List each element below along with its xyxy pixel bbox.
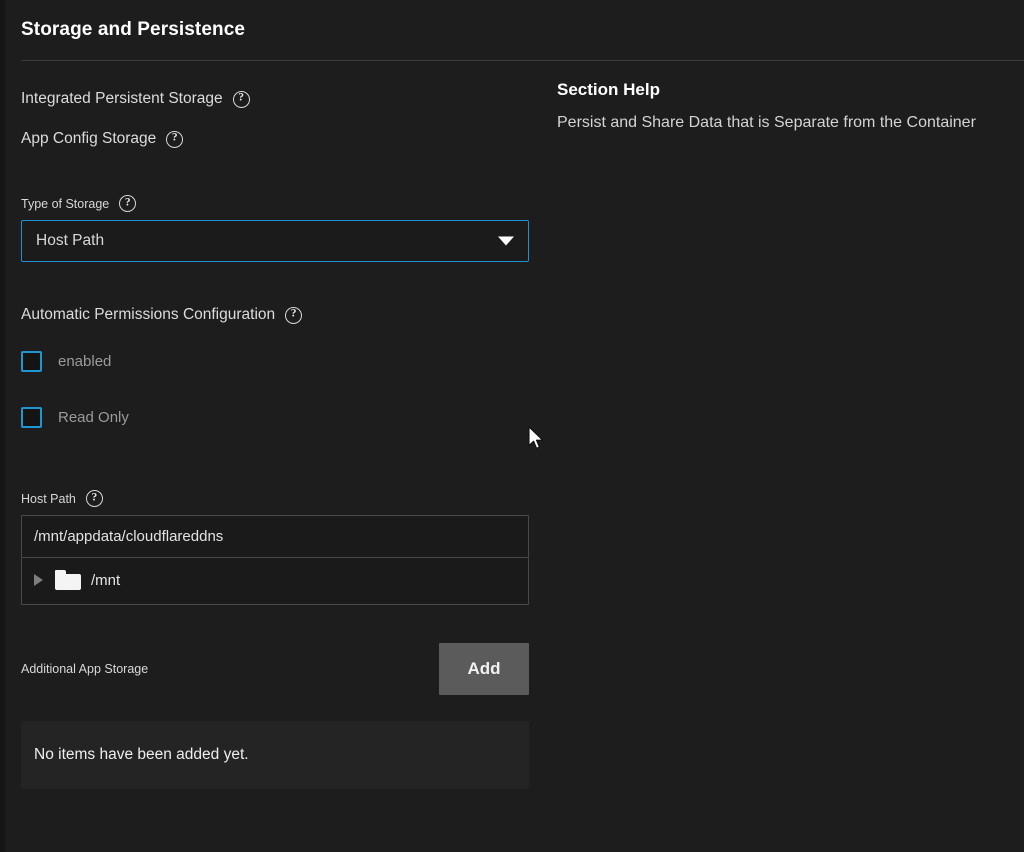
tree-item-mnt[interactable]: /mnt bbox=[22, 566, 528, 594]
section-help-title: Section Help bbox=[557, 79, 1007, 100]
type-of-storage-select[interactable]: Host Path bbox=[21, 220, 529, 262]
host-path-directory-tree: /mnt bbox=[21, 558, 529, 605]
type-of-storage-value: Host Path bbox=[36, 232, 104, 250]
type-of-storage-label: Type of Storage bbox=[21, 196, 109, 212]
enabled-checkbox-label: enabled bbox=[58, 353, 111, 370]
question-circle-icon[interactable]: ? bbox=[119, 195, 136, 212]
question-circle-icon[interactable]: ? bbox=[285, 307, 302, 324]
host-path-input[interactable]: /mnt/appdata/cloudflareddns bbox=[21, 515, 529, 558]
triangle-right-icon[interactable] bbox=[34, 574, 43, 586]
enabled-checkbox[interactable] bbox=[21, 351, 42, 372]
page-header: Storage and Persistence bbox=[0, 0, 1024, 60]
section-help-panel: Section Help Persist and Share Data that… bbox=[557, 79, 1007, 137]
app-config-storage-row: App Config Storage ? bbox=[21, 129, 541, 149]
question-circle-icon[interactable]: ? bbox=[166, 131, 183, 148]
checkbox-row-read-only[interactable]: Read Only bbox=[21, 407, 541, 428]
host-path-input-value: /mnt/appdata/cloudflareddns bbox=[34, 528, 223, 545]
main-content: Integrated Persistent Storage ? App Conf… bbox=[0, 61, 1024, 852]
empty-state-message: No items have been added yet. bbox=[34, 746, 249, 764]
additional-app-storage-empty-card: No items have been added yet. bbox=[21, 721, 529, 789]
integrated-persistent-storage-row: Integrated Persistent Storage ? bbox=[21, 89, 541, 109]
host-path-label: Host Path bbox=[21, 491, 76, 507]
page-title: Storage and Persistence bbox=[21, 18, 1024, 42]
host-path-label-row: Host Path ? bbox=[21, 490, 541, 507]
read-only-checkbox-label: Read Only bbox=[58, 409, 129, 426]
question-circle-icon[interactable]: ? bbox=[233, 91, 250, 108]
read-only-checkbox[interactable] bbox=[21, 407, 42, 428]
app-config-storage-label: App Config Storage bbox=[21, 129, 156, 149]
form-column: Integrated Persistent Storage ? App Conf… bbox=[21, 61, 541, 789]
additional-app-storage-label: Additional App Storage bbox=[21, 661, 148, 677]
chevron-down-icon bbox=[498, 237, 514, 246]
additional-app-storage-row: Additional App Storage Add bbox=[21, 643, 529, 695]
integrated-persistent-storage-label: Integrated Persistent Storage bbox=[21, 89, 223, 109]
automatic-permissions-label: Automatic Permissions Configuration bbox=[21, 305, 275, 325]
section-help-body: Persist and Share Data that is Separate … bbox=[557, 109, 987, 137]
add-button[interactable]: Add bbox=[439, 643, 529, 695]
checkbox-row-enabled[interactable]: enabled bbox=[21, 351, 541, 372]
tree-item-label: /mnt bbox=[91, 572, 120, 589]
automatic-permissions-label-row: Automatic Permissions Configuration ? bbox=[21, 305, 541, 325]
folder-icon bbox=[55, 570, 81, 590]
question-circle-icon[interactable]: ? bbox=[86, 490, 103, 507]
type-of-storage-label-row: Type of Storage ? bbox=[21, 195, 541, 212]
